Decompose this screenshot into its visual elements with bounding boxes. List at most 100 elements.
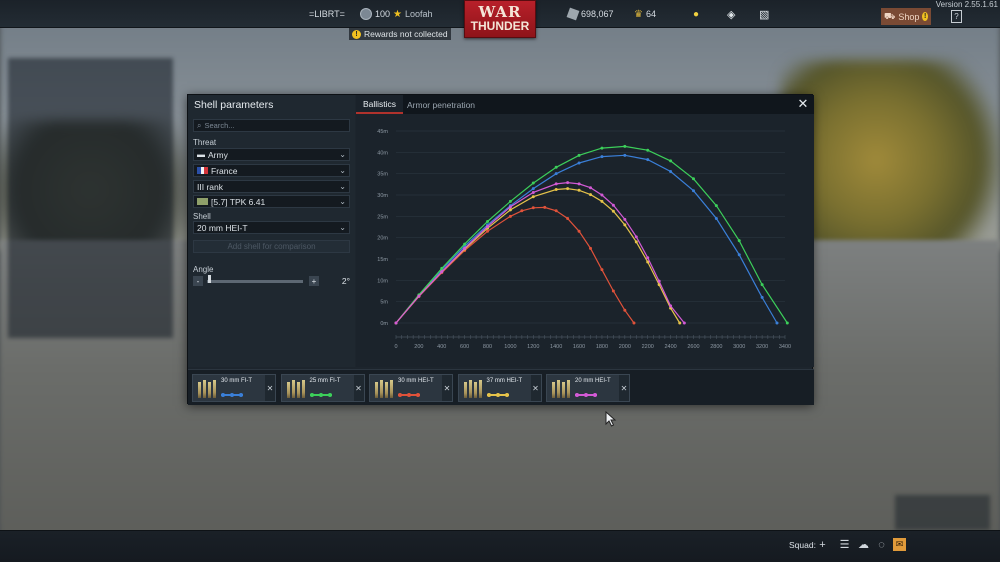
clan-tag[interactable]: =LIBRT=	[309, 0, 345, 28]
x-tick-label: 1800	[596, 344, 608, 350]
trajectory-point	[646, 158, 650, 162]
angle-slider[interactable]	[207, 280, 303, 283]
threat-type-select[interactable]: ▬ Army ⌄	[193, 148, 350, 161]
trajectory-point	[611, 289, 615, 293]
tank-icon: ▬	[197, 150, 205, 159]
trajectory-point	[543, 205, 547, 209]
premium-icon[interactable]: ◈	[727, 0, 735, 28]
series-color-swatch	[398, 392, 420, 397]
search-icon: ⌕	[197, 120, 202, 130]
mail-icon[interactable]: ✉	[893, 538, 906, 551]
remove-comparison-icon[interactable]: ✕	[442, 375, 452, 401]
chat-icon[interactable]: ◌	[875, 538, 888, 551]
chevron-down-icon: ⌄	[339, 197, 346, 206]
remove-comparison-icon[interactable]: ✕	[530, 375, 541, 401]
add-shell-button[interactable]: Add shell for comparison	[193, 240, 350, 253]
squad-label: Squad:	[789, 540, 816, 550]
trajectory-point	[577, 182, 581, 186]
chevron-down-icon: ⌄	[339, 182, 346, 191]
comparison-card[interactable]: 37 mm HEI-T ✕	[457, 374, 542, 402]
vehicle-select[interactable]: [5.7] TPK 6.41 ⌄	[193, 195, 350, 208]
logo-line1: WAR	[478, 3, 522, 21]
trajectory-point	[714, 204, 718, 208]
coupon-icon[interactable]: ▧	[759, 0, 769, 28]
remove-comparison-icon[interactable]: ✕	[353, 375, 364, 401]
x-tick-label: 3000	[733, 344, 745, 350]
war-thunder-logo[interactable]: WAR THUNDER	[464, 0, 536, 38]
y-tick-label: 45m	[377, 129, 388, 135]
trajectory-point	[554, 172, 558, 176]
comparison-card[interactable]: 20 mm HEI-T ✕	[546, 374, 630, 402]
tab-ballistics[interactable]: Ballistics	[356, 95, 404, 114]
rewards-notice[interactable]: ! Rewards not collected	[349, 28, 451, 40]
golden-eagles[interactable]: ♛ 64	[634, 0, 656, 28]
background-box	[895, 495, 990, 530]
comparison-card[interactable]: 25 mm FI-T ✕	[280, 374, 365, 402]
version-label: Version 2.55.1.61	[935, 0, 998, 9]
trajectory-point	[440, 270, 444, 274]
trajectory-point	[737, 253, 741, 257]
cart-icon: ⛟	[884, 10, 896, 21]
trajectory-point	[554, 165, 558, 169]
trajectory-point	[634, 240, 638, 244]
trajectory-point	[589, 193, 592, 197]
shell-label: Shell	[193, 212, 211, 221]
x-tick-label: 1600	[573, 344, 585, 350]
swatch-dot	[416, 392, 420, 397]
shell-icon	[552, 379, 572, 398]
swatch-dot	[486, 392, 491, 397]
trajectory-point	[600, 268, 604, 272]
swatch-dot	[318, 392, 323, 397]
trajectory-point	[577, 188, 581, 192]
x-tick-label: 2800	[710, 344, 722, 350]
list-icon[interactable]: ☰	[838, 538, 851, 551]
shell-icon	[463, 379, 484, 398]
player-profile[interactable]: 100 ★ Loofah	[360, 0, 433, 28]
x-tick-label: 0	[394, 344, 397, 350]
chevron-down-icon: ⌄	[339, 223, 346, 232]
close-icon[interactable]: ✕	[796, 96, 810, 111]
trajectory-point	[463, 246, 467, 250]
remove-comparison-icon[interactable]: ✕	[265, 375, 275, 401]
trajectory-point	[657, 279, 661, 283]
shell-select[interactable]: 20 mm HEI-T ⌄	[193, 221, 350, 234]
logo-line2: THUNDER	[470, 19, 530, 33]
trajectory-point	[577, 161, 581, 165]
trajectory-point	[508, 208, 512, 212]
search-input[interactable]: ⌕ Search...	[193, 119, 350, 132]
x-tick-label: 1000	[504, 344, 516, 350]
x-tick-label: 2600	[687, 344, 699, 350]
angle-increase-button[interactable]: +	[309, 276, 319, 286]
trajectory-line	[395, 145, 788, 324]
trajectory-point	[440, 266, 444, 270]
trajectory-point	[623, 223, 627, 227]
trajectory-line	[395, 154, 778, 324]
x-tick-label: 2000	[619, 344, 631, 350]
contacts-icon[interactable]: ☁	[857, 538, 870, 551]
silver-lions[interactable]: 698,067	[566, 0, 614, 28]
angle-slider-handle[interactable]	[207, 275, 211, 283]
x-tick-label: 2400	[664, 344, 676, 350]
comparison-card[interactable]: 30 mm FI-T ✕	[192, 374, 276, 402]
angle-decrease-button[interactable]: -	[193, 276, 203, 286]
shop-button[interactable]: ⛟ Shop !	[881, 8, 931, 25]
rank-select[interactable]: III rank ⌄	[193, 180, 350, 193]
series-color-swatch	[221, 392, 243, 397]
y-tick-label: 30m	[377, 193, 388, 199]
comparison-shell-name: 30 mm FI-T	[221, 378, 252, 384]
trajectory-point	[554, 187, 558, 191]
trajectory-point	[775, 321, 779, 325]
y-tick-label: 10m	[377, 278, 388, 284]
trajectory-point	[566, 187, 570, 191]
lightbulb-icon[interactable]: ●	[693, 0, 699, 28]
add-squad-icon[interactable]: +	[816, 538, 829, 551]
remove-comparison-icon[interactable]: ✕	[619, 375, 629, 401]
help-icon[interactable]: ?	[951, 10, 962, 23]
y-tick-label: 35m	[377, 172, 388, 178]
trajectory-point	[566, 181, 570, 185]
comparison-card[interactable]: 30 mm HEI-T ✕	[369, 374, 453, 402]
tab-armor-penetration[interactable]: Armor penetration	[400, 95, 482, 114]
country-select[interactable]: France ⌄	[193, 164, 350, 177]
swatch-dot	[309, 392, 314, 397]
x-tick-label: 3400	[779, 344, 791, 350]
